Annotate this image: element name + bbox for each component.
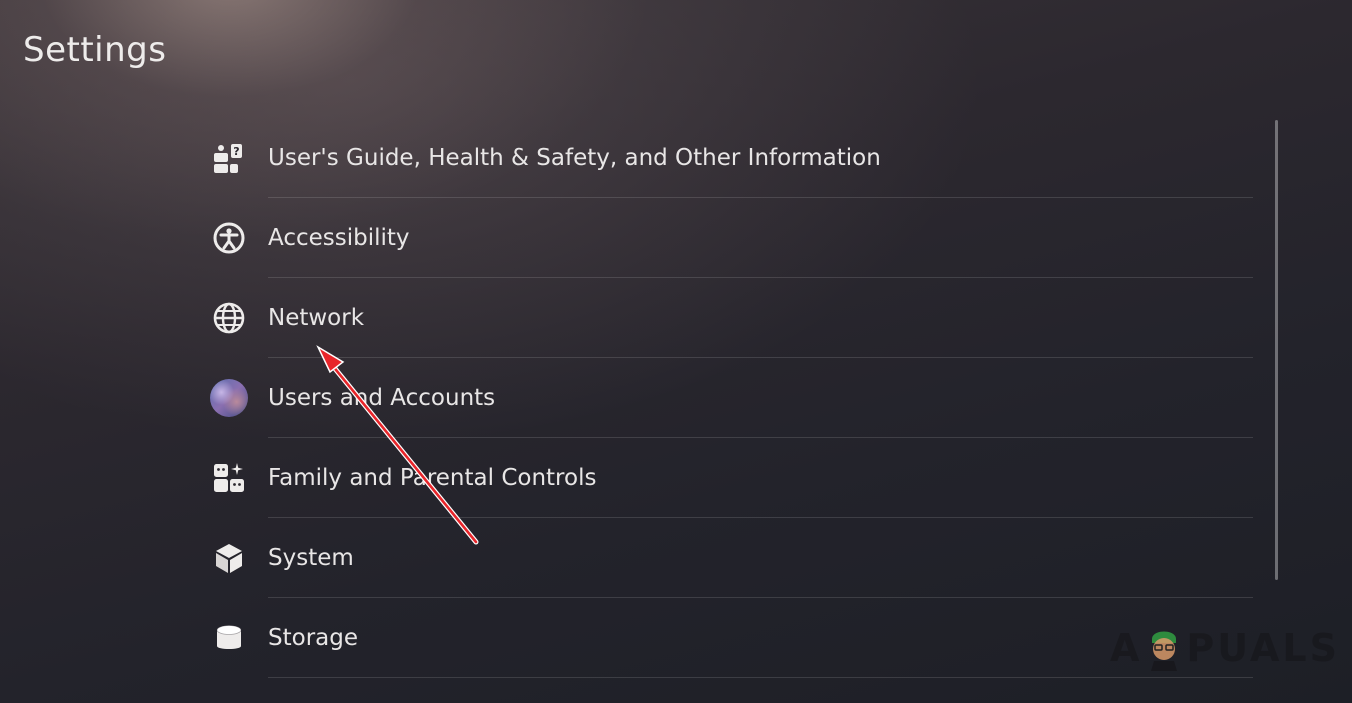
svg-text:?: ? (233, 145, 239, 158)
settings-menu: ? User's Guide, Health & Safety, and Oth… (205, 118, 1253, 678)
menu-item-label: Network (268, 305, 365, 331)
menu-item-network[interactable]: Network (205, 278, 1253, 358)
user-avatar (205, 374, 253, 422)
cube-icon (205, 534, 253, 582)
storage-cylinder-icon (205, 614, 253, 662)
menu-item-family-parental[interactable]: Family and Parental Controls (205, 438, 1253, 518)
page-title: Settings (23, 30, 167, 70)
accessibility-icon (205, 214, 253, 262)
menu-item-users-accounts[interactable]: Users and Accounts (205, 358, 1253, 438)
appuals-watermark: A PUALS (1110, 625, 1340, 671)
scrollbar[interactable] (1275, 120, 1278, 580)
menu-item-label: Storage (268, 625, 358, 651)
avatar (210, 379, 248, 417)
info-guide-icon: ? (205, 134, 253, 182)
menu-item-system[interactable]: System (205, 518, 1253, 598)
menu-item-accessibility[interactable]: Accessibility (205, 198, 1253, 278)
mascot-logo-icon (1151, 631, 1178, 671)
menu-item-label: System (268, 545, 354, 571)
family-controls-icon (205, 454, 253, 502)
globe-icon (205, 294, 253, 342)
watermark-text-end: PUALS (1186, 626, 1340, 670)
menu-item-label: Family and Parental Controls (268, 465, 597, 491)
menu-item-label: Users and Accounts (268, 385, 496, 411)
menu-item-storage[interactable]: Storage (205, 598, 1253, 678)
menu-item-users-guide[interactable]: ? User's Guide, Health & Safety, and Oth… (205, 118, 1253, 198)
menu-item-label: User's Guide, Health & Safety, and Other… (268, 145, 881, 171)
menu-item-label: Accessibility (268, 225, 410, 251)
watermark-text-start: A (1110, 626, 1143, 670)
